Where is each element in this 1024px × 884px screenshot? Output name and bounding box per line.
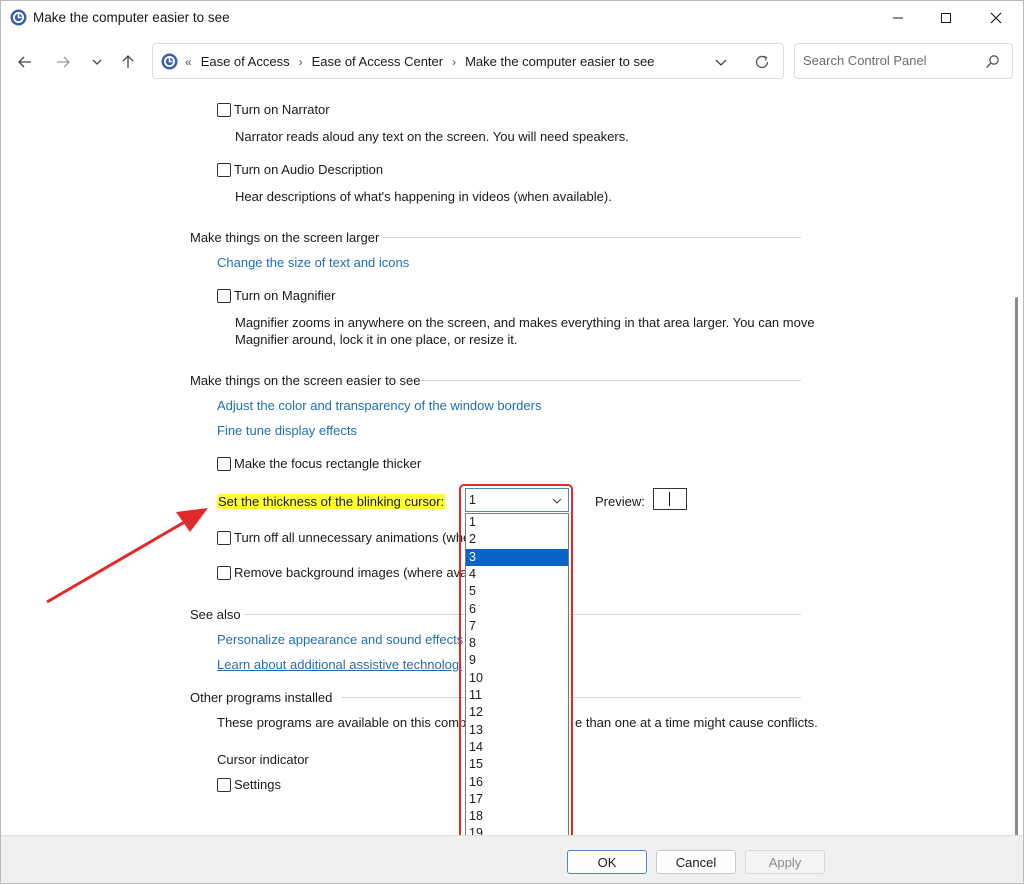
breadcrumb-ease-of-access[interactable]: Ease of Access bbox=[201, 54, 290, 69]
search-input[interactable] bbox=[803, 53, 973, 68]
other-programs-description-left: These programs are available on this com… bbox=[217, 715, 474, 730]
audio-description-checkbox[interactable] bbox=[217, 163, 231, 177]
preview-label: Preview: bbox=[595, 494, 645, 509]
section-heading-see-also: See also bbox=[190, 607, 241, 622]
maximize-button[interactable] bbox=[923, 1, 969, 35]
chevron-right-icon[interactable]: › bbox=[299, 55, 303, 69]
close-icon bbox=[990, 12, 1002, 24]
navigation-bar: « Ease of Access › Ease of Access Center… bbox=[1, 35, 1023, 87]
ok-button[interactable]: OK bbox=[567, 850, 647, 874]
audio-description-description: Hear descriptions of what's happening in… bbox=[235, 189, 612, 204]
vertical-scrollbar[interactable] bbox=[1011, 87, 1023, 837]
cursor-preview-caret bbox=[669, 492, 670, 506]
audio-description-label[interactable]: Turn on Audio Description bbox=[234, 162, 383, 177]
link-personalize[interactable]: Personalize appearance and sound effects bbox=[217, 632, 463, 647]
search-icon[interactable] bbox=[985, 54, 1000, 69]
cursor-preview bbox=[653, 488, 687, 510]
magnifier-description-line2: Magnifier around, lock it in one place, … bbox=[235, 332, 518, 347]
settings-checkbox[interactable] bbox=[217, 778, 231, 792]
section-heading-easier: Make things on the screen easier to see bbox=[190, 373, 421, 388]
background-images-checkbox[interactable] bbox=[217, 566, 231, 580]
back-button[interactable] bbox=[14, 51, 36, 73]
cursor-thickness-label: Set the thickness of the blinking cursor… bbox=[217, 494, 446, 509]
other-programs-description-right: e than one at a time might cause conflic… bbox=[575, 715, 818, 730]
chevron-down-icon[interactable] bbox=[713, 54, 729, 70]
breadcrumb: « Ease of Access › Ease of Access Center… bbox=[185, 54, 654, 69]
address-bar[interactable]: « Ease of Access › Ease of Access Center… bbox=[152, 43, 784, 79]
arrow-right-icon bbox=[57, 56, 70, 68]
narrator-label[interactable]: Turn on Narrator bbox=[234, 102, 330, 117]
scrollbar-thumb[interactable] bbox=[1015, 297, 1018, 837]
link-change-text-size[interactable]: Change the size of text and icons bbox=[217, 255, 409, 270]
apply-button[interactable]: Apply bbox=[745, 850, 825, 874]
arrow-up-icon bbox=[122, 55, 134, 68]
section-heading-larger: Make things on the screen larger bbox=[190, 230, 380, 245]
magnifier-label[interactable]: Turn on Magnifier bbox=[234, 288, 335, 303]
cursor-indicator-heading: Cursor indicator bbox=[217, 752, 309, 767]
focus-rectangle-checkbox[interactable] bbox=[217, 457, 231, 471]
dialog-footer: OK Cancel Apply bbox=[1, 835, 1023, 883]
narrator-checkbox[interactable] bbox=[217, 103, 231, 117]
title-bar: Make the computer easier to see bbox=[1, 1, 1023, 35]
breadcrumb-make-easier-to-see[interactable]: Make the computer easier to see bbox=[465, 54, 654, 69]
section-divider bbox=[421, 380, 801, 381]
chevron-right-icon[interactable]: › bbox=[452, 55, 456, 69]
annotation-highlight-box bbox=[459, 484, 573, 835]
refresh-icon[interactable] bbox=[753, 53, 771, 71]
chevron-down-icon bbox=[92, 59, 102, 65]
window-title: Make the computer easier to see bbox=[33, 10, 230, 25]
forward-button[interactable] bbox=[52, 51, 74, 73]
control-panel-window: Make the computer easier to see « Ease o… bbox=[0, 0, 1024, 884]
ease-of-access-icon bbox=[161, 53, 178, 70]
animations-label[interactable]: Turn off all unnecessary animations (whe bbox=[234, 530, 470, 545]
narrator-description: Narrator reads aloud any text on the scr… bbox=[235, 129, 629, 144]
cancel-button[interactable]: Cancel bbox=[656, 850, 736, 874]
magnifier-checkbox[interactable] bbox=[217, 289, 231, 303]
minimize-button[interactable] bbox=[875, 1, 921, 35]
animations-checkbox[interactable] bbox=[217, 531, 231, 545]
arrow-left-icon bbox=[18, 56, 31, 68]
breadcrumb-ease-of-access-center[interactable]: Ease of Access Center bbox=[312, 54, 444, 69]
search-box[interactable] bbox=[794, 43, 1013, 79]
background-images-label[interactable]: Remove background images (where ava bbox=[234, 565, 467, 580]
settings-label[interactable]: Settings bbox=[234, 777, 281, 792]
focus-rectangle-label[interactable]: Make the focus rectangle thicker bbox=[234, 456, 421, 471]
minimize-icon bbox=[893, 17, 903, 19]
magnifier-description-line1: Magnifier zooms in anywhere on the scree… bbox=[235, 315, 815, 330]
recent-locations-button[interactable] bbox=[86, 51, 108, 73]
breadcrumb-overflow[interactable]: « bbox=[185, 55, 192, 69]
link-assistive-technologies[interactable]: Learn about additional assistive technol… bbox=[217, 657, 462, 672]
ease-of-access-app-icon bbox=[10, 9, 27, 26]
section-divider bbox=[383, 237, 801, 238]
link-display-effects[interactable]: Fine tune display effects bbox=[217, 423, 357, 438]
up-button[interactable] bbox=[117, 51, 139, 73]
cursor-thickness-highlight: Set the thickness of the blinking cursor… bbox=[217, 494, 446, 509]
maximize-icon bbox=[941, 13, 951, 23]
section-heading-other-programs: Other programs installed bbox=[190, 690, 333, 705]
main-content: Turn on Narrator Narrator reads aloud an… bbox=[1, 87, 1011, 835]
close-button[interactable] bbox=[973, 1, 1019, 35]
link-window-border-color[interactable]: Adjust the color and transparency of the… bbox=[217, 398, 541, 413]
